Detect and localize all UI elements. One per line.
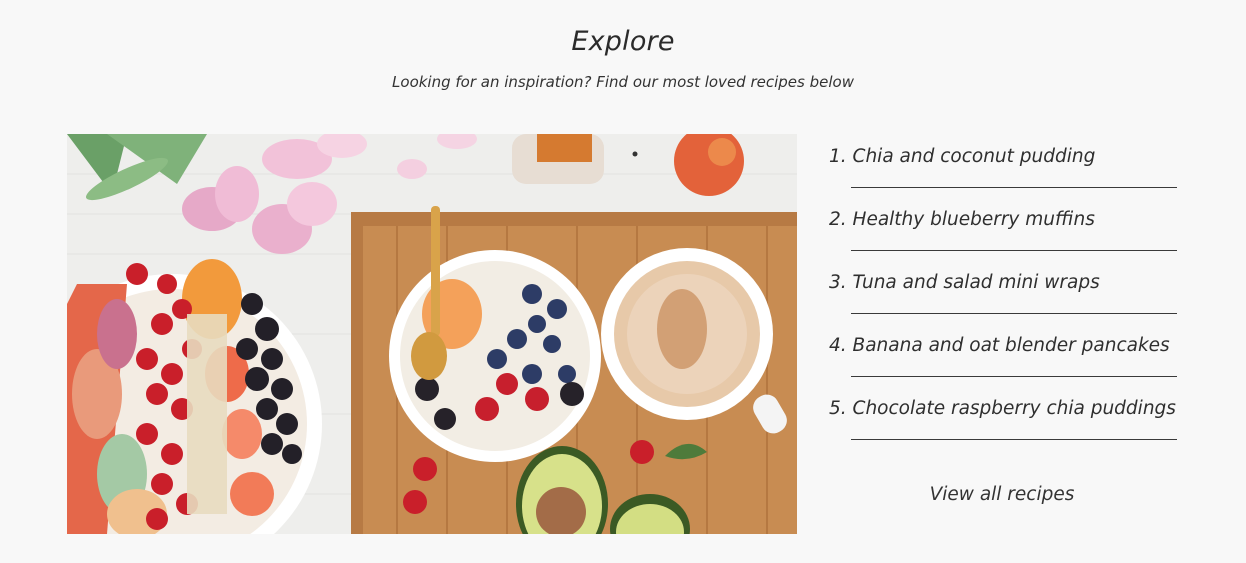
recipe-link[interactable]: 3. Tuna and salad mini wraps bbox=[829, 272, 1100, 293]
divider bbox=[851, 439, 1177, 440]
divider bbox=[851, 250, 1177, 251]
recipe-item-3[interactable]: 3. Tuna and salad mini wraps bbox=[829, 260, 1179, 323]
view-all-recipes-link[interactable]: View all recipes bbox=[829, 484, 1175, 505]
recipe-list: 1. Chia and coconut pudding 2. Healthy b… bbox=[829, 134, 1179, 449]
recipe-item-2[interactable]: 2. Healthy blueberry muffins bbox=[829, 197, 1179, 260]
recipe-item-4[interactable]: 4. Banana and oat blender pancakes bbox=[829, 323, 1179, 386]
food-photo-illustration bbox=[67, 134, 797, 534]
recipe-link[interactable]: 4. Banana and oat blender pancakes bbox=[829, 335, 1170, 356]
divider bbox=[851, 187, 1177, 188]
hero-food-image bbox=[67, 134, 797, 534]
section-title: Explore bbox=[571, 26, 675, 57]
recipe-link[interactable]: 1. Chia and coconut pudding bbox=[829, 146, 1095, 167]
recipe-link[interactable]: 2. Healthy blueberry muffins bbox=[829, 209, 1095, 230]
divider bbox=[851, 376, 1177, 377]
recipe-item-5[interactable]: 5. Chocolate raspberry chia puddings bbox=[829, 386, 1179, 449]
recipe-link[interactable]: 5. Chocolate raspberry chia puddings bbox=[829, 398, 1176, 419]
divider bbox=[851, 313, 1177, 314]
recipe-item-1[interactable]: 1. Chia and coconut pudding bbox=[829, 134, 1179, 197]
section-subtitle: Looking for an inspiration? Find our mos… bbox=[392, 73, 854, 91]
honey-jar bbox=[512, 134, 604, 184]
